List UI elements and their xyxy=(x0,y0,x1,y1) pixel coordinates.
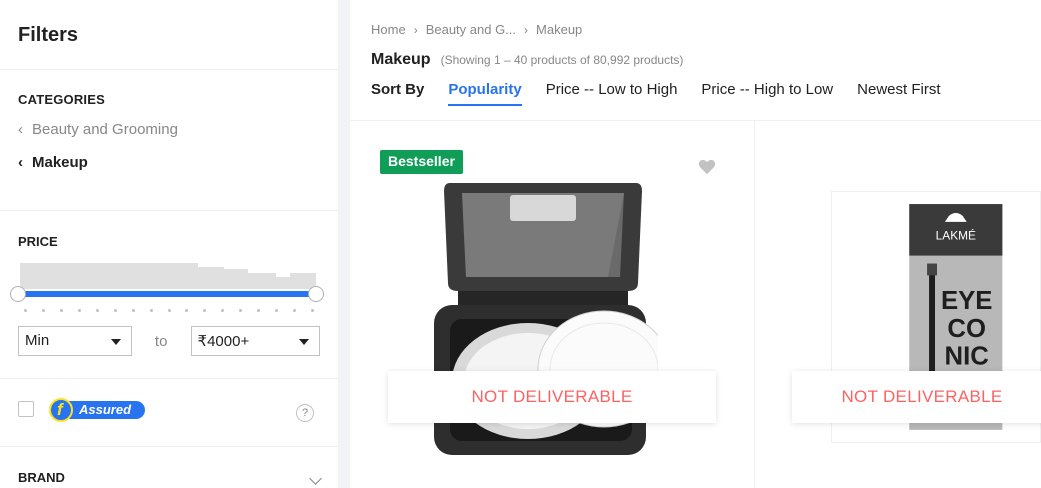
page-title: Makeup xyxy=(371,51,431,68)
svg-text:NIC: NIC xyxy=(945,343,989,371)
brand-text: LAKMÉ xyxy=(936,228,976,243)
breadcrumb: Home › Beauty and G... › Makeup xyxy=(371,0,1041,37)
price-section: PRICE Min to ₹4000+ xyxy=(0,211,338,379)
assured-section: Assured ? xyxy=(0,379,338,447)
caret-down-icon xyxy=(110,339,121,345)
sort-option-newest[interactable]: Newest First xyxy=(857,81,940,104)
sort-label: Sort By xyxy=(371,81,425,98)
chevron-left-icon: ‹ xyxy=(18,121,23,138)
category-parent-label: Beauty and Grooming xyxy=(32,121,178,138)
result-count: (Showing 1 – 40 products of 80,992 produ… xyxy=(440,53,684,67)
breadcrumb-separator: › xyxy=(413,22,418,37)
product-card[interactable]: Bestseller NOT DELIVERABLE xyxy=(350,121,755,488)
slider-dots xyxy=(24,309,314,312)
breadcrumb-makeup[interactable]: Makeup xyxy=(536,22,582,37)
page: Filters CATEGORIES ‹ Beauty and Grooming… xyxy=(0,0,1041,488)
price-slider-max-handle[interactable] xyxy=(308,286,324,302)
brand-heading: BRAND xyxy=(18,470,65,485)
categories-section: CATEGORIES ‹ Beauty and Grooming ‹ Makeu… xyxy=(0,70,338,211)
category-current-link[interactable]: ‹ Makeup xyxy=(18,154,320,171)
price-slider-min-handle[interactable] xyxy=(10,286,26,302)
caret-down-icon xyxy=(299,339,309,345)
histogram-bar xyxy=(276,277,290,289)
price-histogram xyxy=(18,263,316,289)
price-min-select[interactable]: Min xyxy=(18,326,132,356)
sort-bar: Sort By Popularity Price -- Low to High … xyxy=(371,81,1041,106)
help-icon[interactable]: ? xyxy=(296,404,314,422)
categories-heading: CATEGORIES xyxy=(18,92,105,107)
price-heading: PRICE xyxy=(18,234,58,249)
chevron-left-icon: ‹ xyxy=(18,154,23,171)
assured-checkbox[interactable] xyxy=(18,401,34,417)
bestseller-badge: Bestseller xyxy=(380,150,463,174)
breadcrumb-beauty[interactable]: Beauty and G... xyxy=(426,22,516,37)
svg-text:EYE: EYE xyxy=(941,287,993,315)
sort-option-price-high-low[interactable]: Price -- High to Low xyxy=(701,81,833,104)
title-row: Makeup (Showing 1 – 40 products of 80,99… xyxy=(371,51,1041,69)
not-deliverable-overlay: NOT DELIVERABLE xyxy=(792,371,1041,423)
results-panel: Home › Beauty and G... › Makeup Makeup (… xyxy=(350,0,1041,488)
column-gap xyxy=(338,0,350,488)
breadcrumb-home[interactable]: Home xyxy=(371,22,406,37)
category-parent-link[interactable]: ‹ Beauty and Grooming xyxy=(18,121,320,138)
histogram-bar xyxy=(248,273,276,289)
price-max-select[interactable]: ₹4000+ xyxy=(190,326,320,356)
breadcrumb-separator: › xyxy=(524,22,529,37)
flipkart-f-icon xyxy=(49,398,73,422)
price-slider-track[interactable] xyxy=(10,286,324,302)
price-selects: Min to ₹4000+ xyxy=(18,326,320,356)
results-header: Home › Beauty and G... › Makeup Makeup (… xyxy=(350,0,1041,121)
brand-section[interactable]: BRAND xyxy=(0,447,338,488)
svg-text:CO: CO xyxy=(947,315,986,343)
assured-logo: Assured xyxy=(49,398,146,422)
product-card[interactable]: LAKMÉ EYE CO NIC NOT DELIVERABLE xyxy=(756,121,1041,488)
filters-sidebar: Filters CATEGORIES ‹ Beauty and Grooming… xyxy=(0,0,338,488)
histogram-bar xyxy=(224,269,248,289)
price-max-value: ₹4000+ xyxy=(197,333,250,350)
price-min-value: Min xyxy=(25,332,50,349)
category-current-label: Makeup xyxy=(32,154,88,171)
product-grid: Bestseller NOT DELIVERABLE LAKMÉ EYE CO … xyxy=(350,121,1041,488)
histogram-bar xyxy=(20,263,198,289)
sort-option-price-low-high[interactable]: Price -- Low to High xyxy=(546,81,678,104)
assured-label: Assured xyxy=(63,401,145,419)
wishlist-heart-icon[interactable] xyxy=(698,159,716,175)
sort-option-popularity[interactable]: Popularity xyxy=(448,81,522,106)
not-deliverable-overlay: NOT DELIVERABLE xyxy=(388,371,716,423)
histogram-bar xyxy=(198,267,224,289)
filters-title: Filters xyxy=(0,0,338,70)
price-to-label: to xyxy=(154,332,168,350)
